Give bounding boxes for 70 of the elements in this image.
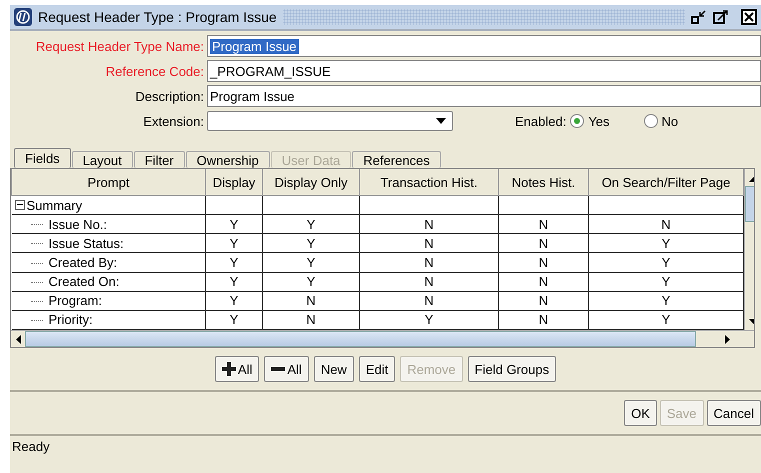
table-cell: Y — [262, 252, 360, 272]
table-cell: Y — [262, 234, 360, 253]
table-cell: N — [262, 291, 360, 310]
column-header[interactable]: Display Only — [262, 169, 360, 196]
column-header[interactable]: Notes Hist. — [498, 169, 588, 196]
table-cell: Y — [262, 214, 360, 234]
column-header[interactable]: Prompt — [12, 169, 206, 196]
table-cell: N — [360, 252, 498, 272]
action-button[interactable]: New — [314, 356, 354, 382]
table-cell: N — [360, 272, 498, 292]
text-field[interactable]: _PROGRAM_ISSUE — [207, 60, 761, 82]
restore-icon[interactable] — [691, 9, 707, 25]
table-cell: Y — [206, 291, 262, 310]
minus-icon — [271, 367, 286, 371]
table-cell: Y — [206, 252, 262, 272]
column-header[interactable]: Transaction Hist. — [360, 169, 498, 196]
text-field[interactable]: Program Issue — [207, 85, 761, 107]
window-title: Request Header Type : Program Issue — [38, 9, 277, 25]
tab[interactable]: Ownership — [186, 151, 270, 168]
tab[interactable]: References — [352, 151, 441, 168]
tab[interactable]: Layout — [72, 151, 133, 168]
tab[interactable]: Fields — [14, 148, 71, 168]
tab[interactable]: Filter — [134, 151, 185, 168]
column-header[interactable]: Display — [206, 169, 262, 196]
table-cell: N — [360, 234, 498, 253]
scroll-left-icon[interactable] — [16, 334, 20, 344]
scroll-thumb[interactable] — [25, 331, 696, 347]
field-label: Enabled: — [515, 114, 566, 128]
table-cell: N — [498, 214, 588, 234]
table-cell: N — [360, 214, 498, 234]
table-cell: Y — [588, 234, 744, 253]
table-cell: Y — [262, 272, 360, 292]
radio-label: Yes — [588, 114, 610, 128]
plus-icon — [222, 362, 236, 376]
logo-icon — [14, 8, 32, 26]
action-button[interactable]: Field Groups — [468, 356, 556, 382]
table-cell: N — [498, 272, 588, 292]
field-label: Description: — [134, 88, 205, 104]
collapse-all-button[interactable]: All — [264, 356, 309, 382]
tree-item[interactable]: Priority: — [48, 312, 93, 328]
table-cell: N — [498, 252, 588, 272]
field-label: Reference Code: — [104, 64, 205, 78]
radio-button[interactable] — [644, 114, 658, 128]
table-cell: Y — [588, 252, 744, 272]
table-cell: Y — [588, 272, 744, 292]
radio-button[interactable] — [570, 114, 584, 128]
status-text: Ready — [11, 438, 51, 456]
table-cell: N — [360, 291, 498, 310]
maximize-icon[interactable] — [713, 9, 729, 25]
close-icon[interactable] — [741, 9, 757, 25]
table-cell: N — [498, 234, 588, 253]
action-button[interactable]: Edit — [358, 356, 396, 382]
field-label: Request Header Type Name: — [34, 38, 205, 54]
field-label: Extension: — [142, 114, 205, 128]
expand-all-button[interactable]: All — [214, 356, 260, 382]
table-cell: N — [498, 291, 588, 310]
scroll-right-icon[interactable] — [724, 334, 730, 344]
table-cell: Y — [206, 234, 262, 253]
dropdown-arrow-icon[interactable] — [436, 118, 446, 124]
horizontal-scrollbar[interactable] — [11, 330, 754, 347]
collapse-icon[interactable] — [14, 200, 24, 210]
radio-label: No — [662, 114, 678, 128]
column-header[interactable]: On Search/Filter Page — [588, 169, 744, 196]
text-field[interactable]: Program Issue — [207, 35, 761, 57]
dialog-button[interactable]: OK — [624, 400, 657, 426]
table-cell: Y — [206, 214, 262, 234]
table-cell: N — [588, 214, 744, 234]
table-cell: Y — [206, 272, 262, 292]
table-cell: Y — [588, 291, 744, 310]
dialog-button[interactable]: Cancel — [706, 400, 761, 426]
